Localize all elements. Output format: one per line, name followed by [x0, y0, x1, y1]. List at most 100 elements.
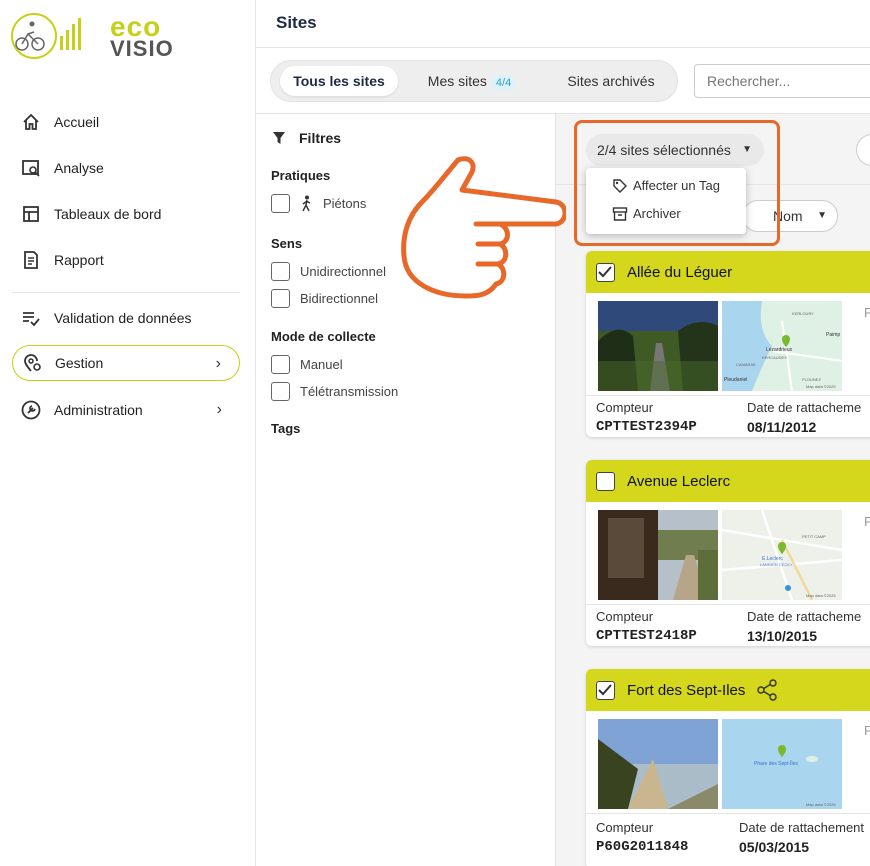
tag-icon	[613, 179, 627, 193]
filter-option-manuel[interactable]: Manuel	[271, 355, 343, 374]
site-name: Fort des Sept-Iles	[627, 681, 746, 699]
pointing-hand-icon	[401, 156, 566, 299]
map-label: Lézardrieux	[766, 347, 793, 353]
card-header: Avenue Leclerc	[586, 460, 870, 502]
site-photo[interactable]	[598, 719, 718, 809]
card-header: Fort des Sept-Iles	[586, 669, 870, 711]
sidebar-item-rapport[interactable]: Rapport	[12, 242, 240, 278]
caret-down-icon: ▼	[742, 144, 752, 155]
logo-line2: VISIO	[110, 36, 174, 61]
filter-section-title: Sens	[271, 236, 303, 251]
map-label: CAMARAE	[736, 362, 756, 367]
filter-section-title: Tags	[271, 421, 301, 436]
checkbox[interactable]	[271, 262, 290, 281]
sidebar-item-validation[interactable]: Validation de données	[12, 300, 240, 336]
tabs-group: Tous les sites Mes sites 4/4 Sites archiv…	[270, 60, 678, 102]
check-icon	[598, 265, 612, 277]
map-attribution: Map data ©2025	[806, 802, 836, 807]
analysis-icon	[20, 157, 42, 179]
counter-label: Compteur	[596, 609, 654, 624]
sidebar-item-gestion[interactable]: Gestion ›	[12, 345, 240, 381]
filters-header: Filtres	[272, 130, 341, 146]
ecovisio-logo[interactable]: eco VISIO	[10, 8, 173, 64]
truncated-text: P	[864, 305, 870, 320]
site-map[interactable]: E.Leclerc LANNION CEDEX PETIT CAMP Map d…	[722, 510, 842, 600]
counter-value: P60G2011848	[596, 839, 689, 855]
date-label: Date de rattacheme	[747, 609, 862, 624]
sidebar-item-label: Tableaux de bord	[54, 206, 162, 222]
tab-label: Tous les sites	[293, 73, 385, 89]
logo-icon	[11, 13, 81, 59]
truncated-text: P	[864, 723, 870, 738]
menu-item-label: Archiver	[633, 206, 681, 221]
site-card[interactable]: Fort des Sept-Iles Phare des Sept-Îles M…	[586, 669, 870, 866]
sidebar-item-analyse[interactable]: Analyse	[12, 150, 240, 186]
map-label: PLOUNEZ	[802, 377, 821, 382]
tab-tous-les-sites[interactable]: Tous les sites	[280, 66, 398, 96]
sidebar: eco VISIO Accueil Analyse Tableaux de bo…	[0, 0, 256, 866]
sidebar-item-label: Validation de données	[54, 310, 192, 326]
site-photo[interactable]	[598, 301, 718, 391]
divider	[586, 395, 870, 396]
menu-item-archiver[interactable]: Archiver	[612, 206, 681, 221]
view-toggle-button[interactable]	[856, 134, 870, 166]
tab-sites-archives[interactable]: Sites archivés	[553, 66, 669, 96]
filter-icon	[273, 132, 285, 144]
map-label: KERCAUDES	[762, 355, 787, 360]
filter-section-title: Pratiques	[271, 168, 331, 183]
pedestrian-icon	[302, 195, 311, 211]
selection-dropdown-button[interactable]: 2/4 sites sélectionnés ▼	[586, 134, 764, 166]
sidebar-item-label: Rapport	[54, 252, 104, 268]
home-icon	[20, 111, 42, 133]
map-label: Pleudaniel	[724, 377, 747, 383]
wrench-icon	[20, 399, 42, 421]
sidebar-item-tableaux-de-bord[interactable]: Tableaux de bord	[12, 196, 240, 232]
filter-option-pietons[interactable]: Piétons	[271, 194, 366, 213]
tab-mes-sites[interactable]: Mes sites 4/4	[411, 66, 533, 96]
date-value: 13/10/2015	[747, 628, 818, 644]
site-map[interactable]: Phare des Sept-Îles Map data ©2025	[722, 719, 842, 809]
sidebar-item-administration[interactable]: Administration ›	[12, 392, 240, 428]
site-map[interactable]: Lézardrieux Paimp KERLOURY CAMARAE KERCA…	[722, 301, 842, 391]
site-card[interactable]: Avenue Leclerc E.Leclerc LANNION CEDEX P…	[586, 460, 870, 646]
map-label: Phare des Sept-Îles	[754, 760, 798, 767]
checkbox[interactable]	[271, 194, 290, 213]
filter-option-label: Piétons	[323, 196, 367, 211]
checkbox[interactable]	[596, 471, 615, 491]
checkbox[interactable]	[271, 355, 290, 374]
map-attribution: Map data ©2025	[806, 384, 836, 389]
filter-option-label: Manuel	[300, 357, 343, 372]
counter-value: CPTTEST2394P	[596, 419, 697, 435]
map-label: Paimp	[826, 332, 840, 338]
checkbox-checked[interactable]	[596, 262, 615, 282]
filter-section-title: Mode de collecte	[271, 329, 376, 344]
map-label: KERLOURY	[792, 311, 814, 316]
chevron-right-icon: ›	[215, 355, 221, 372]
filter-option-teletransmission[interactable]: Télétransmission	[271, 382, 398, 401]
counter-label: Compteur	[596, 400, 654, 415]
site-photo[interactable]	[598, 510, 718, 600]
selection-menu: Affecter un Tag Archiver	[586, 168, 746, 234]
sort-select[interactable]: Nom ▼	[742, 200, 838, 232]
tab-bar: Tous les sites Mes sites 4/4 Sites archiv…	[256, 48, 870, 114]
filters-title: Filtres	[299, 130, 342, 146]
menu-item-affecter-tag[interactable]: Affecter un Tag	[613, 178, 720, 193]
filter-option-bidirectionnel[interactable]: Bidirectionnel	[271, 289, 378, 308]
checkbox-checked[interactable]	[596, 680, 615, 700]
dashboard-icon	[20, 203, 42, 225]
sidebar-item-label: Accueil	[54, 114, 100, 130]
validation-icon	[20, 307, 42, 329]
date-value: 05/03/2015	[739, 839, 810, 855]
checkbox[interactable]	[271, 382, 290, 401]
sidebar-item-label: Gestion	[55, 355, 104, 371]
report-icon	[20, 249, 42, 271]
date-label: Date de rattachement	[739, 820, 865, 835]
share-icon[interactable]	[755, 678, 779, 702]
site-card[interactable]: Allée du Léguer Lézardrieux Paimp KERLOU…	[586, 251, 870, 437]
filter-option-unidirectionnel[interactable]: Unidirectionnel	[271, 262, 386, 281]
card-header: Allée du Léguer	[586, 251, 870, 293]
checkbox[interactable]	[271, 289, 290, 308]
check-icon	[598, 683, 612, 695]
sidebar-item-accueil[interactable]: Accueil	[12, 104, 240, 140]
search-input[interactable]	[694, 64, 870, 98]
